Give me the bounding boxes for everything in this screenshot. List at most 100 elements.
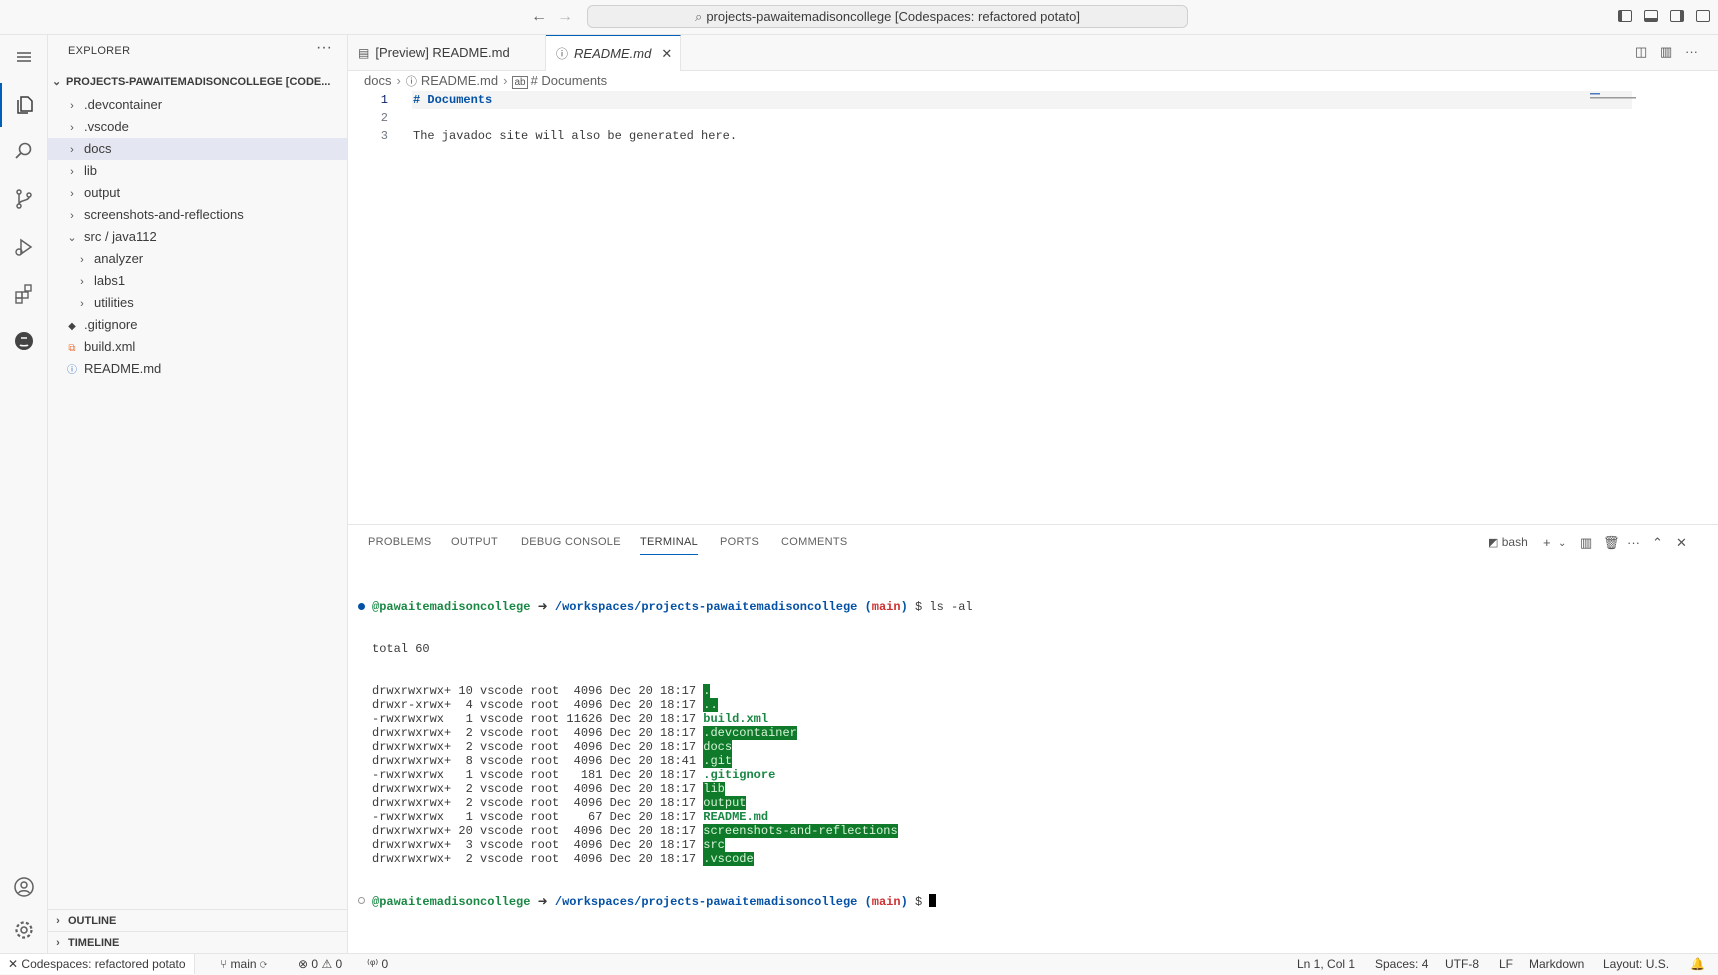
maximize-panel-icon[interactable]: ⌃	[1652, 535, 1663, 551]
workspace-root[interactable]: ⌄ PROJECTS-PAWAITEMADISONCOLLEGE [CODE...	[52, 72, 345, 92]
code-editor[interactable]: 1 2 3 # Documents The javadoc site will …	[348, 91, 1718, 523]
listing-meta: drwxrwxrwx+ 2 vscode root 4096 Dec 20 18…	[372, 852, 704, 866]
tab-debug-console[interactable]: DEBUG CONSOLE	[521, 536, 621, 548]
outline-section[interactable]: › OUTLINE	[48, 909, 347, 932]
tab-comments[interactable]: COMMENTS	[781, 536, 848, 548]
open-preview-side-icon[interactable]: ◫	[1635, 45, 1649, 59]
chevron-right-icon: ›	[70, 122, 74, 134]
tree-item-label: utilities	[94, 295, 134, 310]
trash-icon[interactable]: 🗑	[1603, 535, 1620, 551]
tree-item[interactable]: › docs	[48, 138, 347, 160]
chevron-down-icon: ⌄	[52, 76, 62, 88]
prompt-branch-open: (	[864, 895, 872, 909]
keyboard-layout[interactable]: Layout: U.S.	[1603, 954, 1669, 974]
tree-item[interactable]: › labs1	[48, 270, 347, 292]
tree-item[interactable]: ⌄ src / java112	[48, 226, 347, 248]
back-arrow-icon[interactable]: ←	[530, 8, 548, 26]
accounts-icon[interactable]	[0, 865, 47, 909]
tree-item[interactable]: › lib	[48, 160, 347, 182]
ports-count: 0	[381, 957, 389, 971]
close-icon[interactable]: ✕	[661, 46, 672, 61]
listing-name: build.xml	[703, 712, 769, 726]
toggle-secondary-sidebar-icon[interactable]	[1670, 10, 1684, 22]
remote-indicator[interactable]: ✕ Codespaces: refactored potato	[0, 954, 195, 974]
branch-indicator[interactable]: ⑂ main ⟳	[220, 954, 267, 974]
split-editor-icon[interactable]: ▥	[1660, 45, 1674, 59]
listing-row: -rwxrwxrwx 1 vscode root 181 Dec 20 18:1…	[356, 768, 1706, 782]
indentation[interactable]: Spaces: 4	[1375, 954, 1428, 974]
breadcrumb-item[interactable]: # Documents	[531, 73, 608, 88]
symbol-icon: ab	[512, 76, 528, 89]
listing-meta: drwxrwxrwx+ 2 vscode root 4096 Dec 20 18…	[372, 740, 704, 754]
tab-ports[interactable]: PORTS	[720, 536, 759, 548]
chevron-down-icon[interactable]: ⌄	[1558, 538, 1566, 549]
terminal-command: ls -al	[929, 600, 973, 614]
tree-item[interactable]: ◆ .gitignore	[48, 314, 347, 336]
run-debug-icon[interactable]	[0, 225, 47, 269]
tree-item[interactable]: › analyzer	[48, 248, 347, 270]
ports-indicator[interactable]: ⁽ᵠ⁾ 0	[367, 954, 388, 974]
toggle-primary-sidebar-icon[interactable]	[1618, 10, 1632, 22]
command-center-search[interactable]: ⌕ projects-pawaitemadisoncollege [Codespa…	[587, 5, 1188, 28]
breadcrumb-item[interactable]: README.md	[421, 73, 498, 88]
more-actions-icon[interactable]: ···	[1627, 535, 1640, 550]
listing-row: drwxrwxrwx+ 2 vscode root 4096 Dec 20 18…	[356, 740, 1706, 754]
tab-output[interactable]: OUTPUT	[451, 536, 498, 548]
timeline-section[interactable]: › TIMELINE	[48, 931, 347, 954]
listing-meta: drwxrwxrwx+ 8 vscode root 4096 Dec 20 18…	[372, 754, 704, 768]
tab-readme[interactable]: ⓘ README.md ✕	[546, 35, 681, 71]
toggle-panel-icon[interactable]	[1644, 10, 1658, 22]
error-count: 0	[311, 957, 319, 971]
tree-item-label: src / java112	[84, 229, 157, 244]
chevron-down-icon: ⌄	[67, 232, 77, 244]
forward-arrow-icon[interactable]: →	[556, 8, 574, 26]
activity-bar	[0, 35, 48, 953]
tree-item[interactable]: › .vscode	[48, 116, 347, 138]
tree-item[interactable]: › screenshots-and-reflections	[48, 204, 347, 226]
more-actions-icon[interactable]: ···	[1685, 45, 1699, 59]
more-actions-icon[interactable]: ···	[316, 39, 332, 57]
listing-name: README.md	[703, 810, 769, 824]
terminal-icon: ◩	[1488, 537, 1499, 549]
timeline-label: TIMELINE	[68, 937, 120, 949]
tree-item-label: .gitignore	[84, 317, 138, 332]
extensions-icon[interactable]	[0, 272, 47, 316]
tree-item-label: labs1	[94, 273, 126, 288]
tree-item[interactable]: › .devcontainer	[48, 94, 347, 116]
listing-row: -rwxrwxrwx 1 vscode root 11626 Dec 20 18…	[356, 712, 1706, 726]
tree-item[interactable]: › output	[48, 182, 347, 204]
explorer-icon[interactable]	[0, 83, 47, 127]
menu-icon[interactable]	[0, 35, 47, 79]
end-of-line[interactable]: LF	[1499, 954, 1513, 974]
customize-layout-icon[interactable]	[1696, 10, 1710, 22]
sidebar-title: EXPLORER	[68, 45, 131, 57]
sync-icon[interactable]: ⟳	[260, 957, 267, 971]
terminal-output[interactable]: @pawaitemadisoncollege ➜ /workspaces/pro…	[356, 572, 1706, 936]
tab-preview-readme[interactable]: ▤ [Preview] README.md	[348, 35, 546, 70]
problems-indicator[interactable]: ⊗ 0 ⚠ 0	[298, 954, 342, 974]
search-icon[interactable]	[0, 129, 47, 173]
tree-item[interactable]: ⧉ build.xml	[48, 336, 347, 358]
new-terminal-icon[interactable]: +	[1543, 535, 1551, 550]
language-mode[interactable]: Markdown	[1529, 954, 1584, 974]
prompt-branch: main	[871, 895, 901, 909]
settings-gear-icon[interactable]	[0, 908, 47, 952]
close-icon[interactable]: ✕	[1676, 535, 1687, 551]
cursor-position[interactable]: Ln 1, Col 1	[1297, 954, 1355, 974]
encoding[interactable]: UTF-8	[1445, 954, 1479, 974]
notifications-bell-icon[interactable]: 🔔	[1690, 954, 1705, 974]
tab-problems[interactable]: PROBLEMS	[368, 536, 432, 548]
prompt-dollar: $	[914, 895, 923, 909]
github-icon[interactable]	[0, 319, 47, 363]
split-terminal-icon[interactable]: ▥	[1580, 535, 1592, 551]
tree-item[interactable]: › utilities	[48, 292, 347, 314]
listing-meta: drwxr-xrwx+ 4 vscode root 4096 Dec 20 18…	[372, 698, 704, 712]
terminal-shell-selector[interactable]: ◩ bash	[1488, 535, 1528, 549]
source-control-icon[interactable]	[0, 177, 47, 221]
minimap[interactable]	[1590, 93, 1650, 101]
command-success-dot-icon	[358, 603, 365, 610]
listing-name: ..	[703, 698, 718, 712]
breadcrumb-item[interactable]: docs	[364, 73, 391, 88]
tab-terminal[interactable]: TERMINAL	[640, 536, 699, 555]
tree-item[interactable]: ⓘ README.md	[48, 358, 347, 380]
